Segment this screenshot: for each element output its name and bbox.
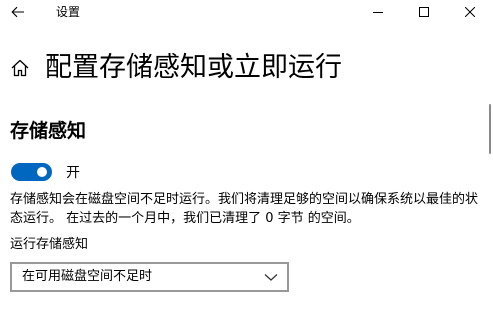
storage-sense-description: 存储感知会在磁盘空间不足时运行。我们将清理足够的空间以确保系统以最佳的状态运行。… [10, 192, 479, 226]
window-title: 设置 [56, 5, 81, 19]
page-title: 配置存储感知或立即运行 [45, 52, 342, 83]
run-storage-sense-label: 运行存储感知 [10, 237, 89, 252]
run-storage-sense-dropdown[interactable]: 在可用磁盘空间不足时 [10, 262, 289, 292]
arrow-left-icon [11, 6, 24, 18]
minimize-button[interactable] [355, 0, 401, 24]
scrollbar[interactable] [489, 104, 491, 154]
storage-sense-toggle[interactable] [11, 163, 52, 181]
maximize-icon [419, 7, 429, 17]
minimize-icon [373, 12, 383, 13]
close-icon [465, 7, 475, 17]
close-button[interactable] [447, 0, 493, 24]
maximize-button[interactable] [401, 0, 447, 24]
home-icon[interactable] [10, 58, 30, 78]
dropdown-selected-value: 在可用磁盘空间不足时 [22, 269, 153, 284]
toggle-knob [37, 167, 47, 177]
title-bar: 设置 [0, 0, 493, 24]
toggle-state-label: 开 [66, 165, 80, 181]
chevron-down-icon [264, 274, 278, 281]
section-title: 存储感知 [10, 120, 87, 142]
back-button[interactable] [0, 0, 36, 24]
